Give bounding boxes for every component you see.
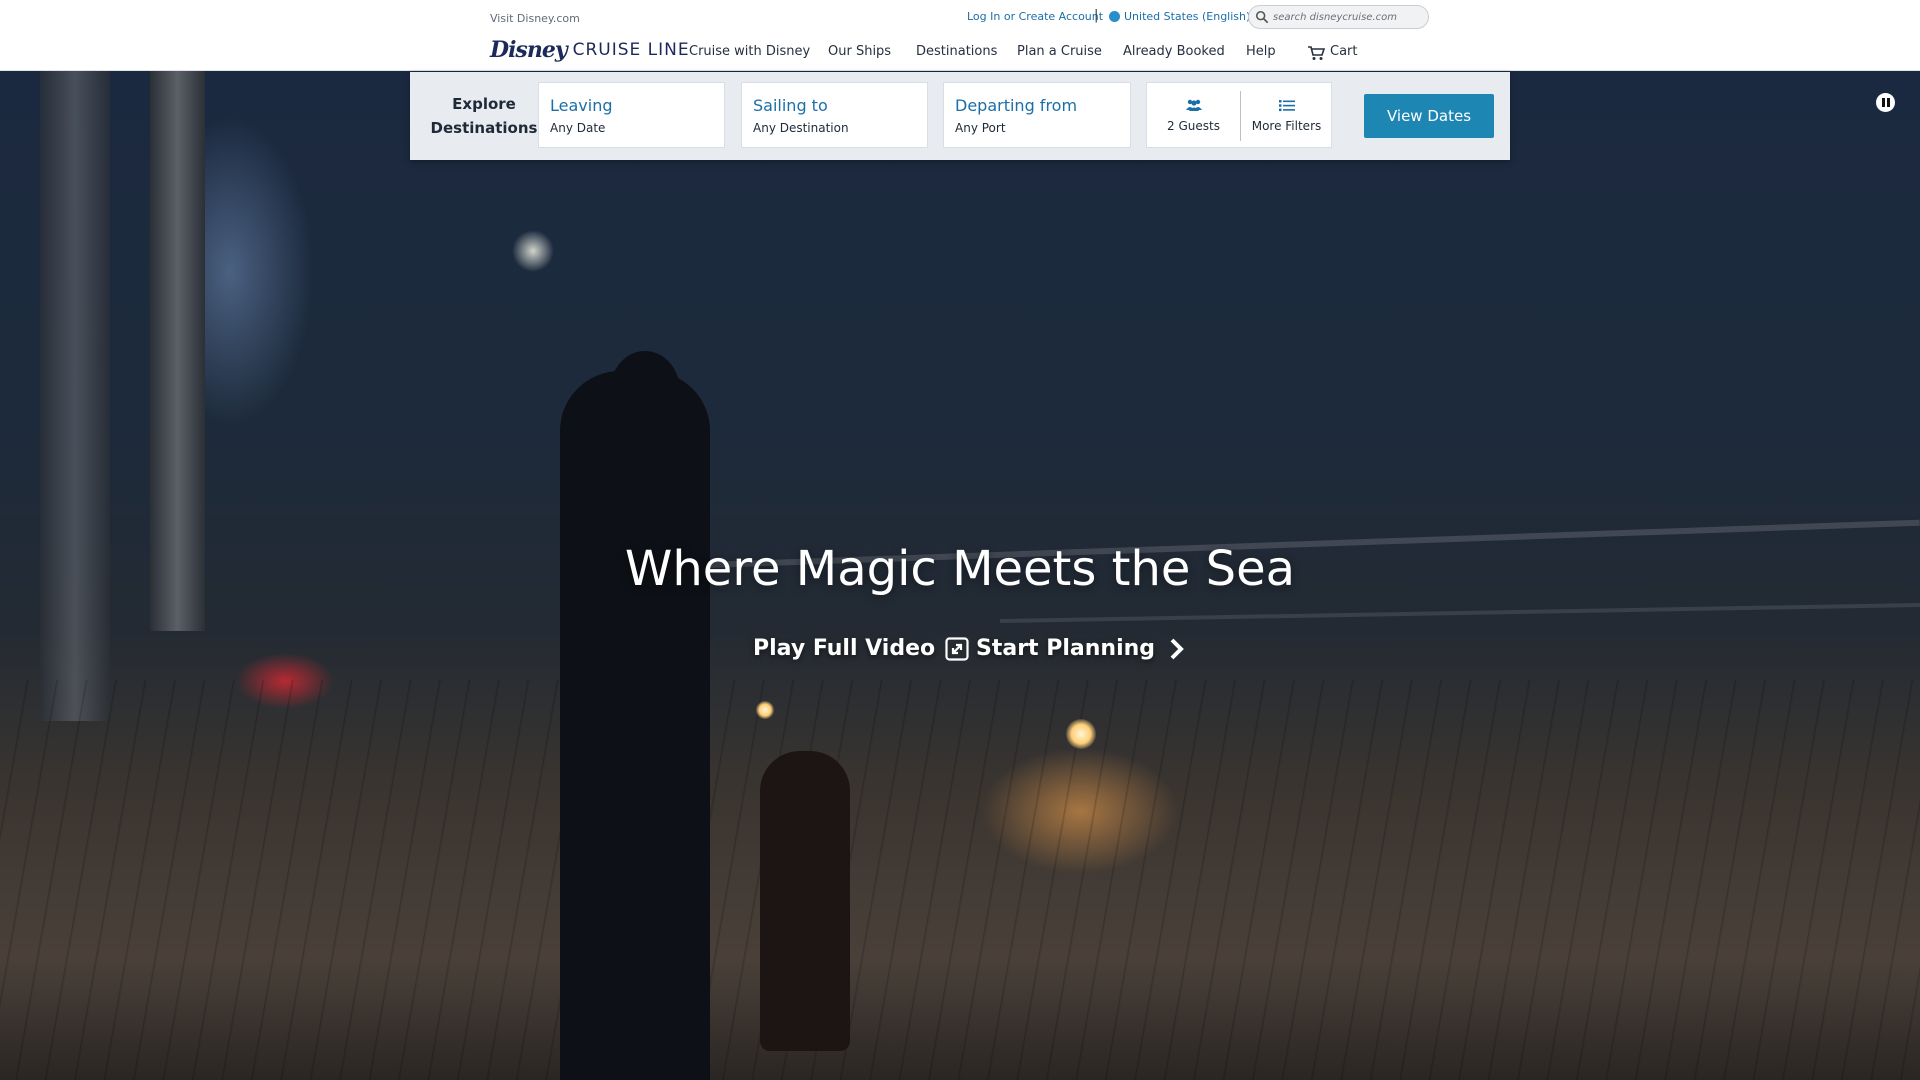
pause-icon [1881,98,1885,107]
login-link[interactable]: Log In or Create Account [967,10,1103,23]
leaving-label: Leaving [550,96,613,115]
locale-label: United States (English) [1124,10,1251,23]
hero-title: Where Magic Meets the Sea [624,541,1296,597]
list-icon [1240,99,1333,116]
expand-icon [945,636,969,661]
leaving-field[interactable]: Leaving Any Date [538,82,725,148]
view-dates-button[interactable]: View Dates [1364,94,1494,138]
sailing-to-label: Sailing to [753,96,828,115]
silhouette-adult-head [610,351,680,431]
silhouette-adult [560,371,710,1080]
more-filters-button[interactable]: More Filters [1240,83,1333,149]
leaving-value: Any Date [550,121,606,135]
globe-icon [1109,11,1120,22]
hero-video: Where Magic Meets the Sea Play Full Vide… [0,71,1920,1080]
main-nav: Cruise with Disney Our Ships Destination… [0,44,1920,62]
nav-item-cruise-with-disney[interactable]: Cruise with Disney [689,44,810,59]
site-search [1248,5,1429,29]
play-full-video-button[interactable]: Play Full Video [753,636,969,661]
guests-icon [1147,99,1240,115]
deck-lamp [756,701,774,719]
nav-item-plan-a-cruise[interactable]: Plan a Cruise [1017,44,1102,59]
nav-item-cart[interactable]: Cart [1330,44,1358,59]
nav-item-already-booked[interactable]: Already Booked [1123,44,1225,59]
search-icon[interactable] [1255,10,1269,24]
visit-disney-link[interactable]: Visit Disney.com [490,12,580,25]
deck-lamp [1066,719,1096,749]
nav-item-our-ships[interactable]: Our Ships [828,44,891,59]
deck-railing [1000,602,1920,624]
start-planning-label: Start Planning [976,636,1156,661]
guests-label: 2 Guests [1167,119,1220,133]
guests-filters-group: 2 Guests More Filters [1146,82,1332,148]
more-filters-label: More Filters [1251,119,1322,133]
start-planning-button[interactable]: Start Planning [976,636,1189,661]
chevron-right-icon [1170,638,1184,659]
cruise-finder: Explore Destinations Leaving Any Date Sa… [410,72,1510,160]
pause-video-button[interactable] [1876,93,1895,112]
sailing-to-value: Any Destination [753,121,849,135]
departing-from-field[interactable]: Departing from Any Port [943,82,1131,148]
utility-bar: Visit Disney.com Log In or Create Accoun… [0,0,1920,33]
departing-from-label: Departing from [955,96,1078,115]
hero-cta-row: Play Full Video Start Planning [0,636,1920,670]
deck-floor [0,680,1920,1080]
utility-separator: | [1094,8,1099,23]
silhouette-child [760,751,850,1051]
finder-title: Explore Destinations [430,95,538,137]
sailing-to-field[interactable]: Sailing to Any Destination [741,82,928,148]
departing-from-value: Any Port [955,121,1006,135]
nav-item-destinations[interactable]: Destinations [916,44,997,59]
locale-selector[interactable]: United States (English) [1109,10,1250,23]
search-input[interactable] [1273,11,1423,23]
play-full-video-label: Play Full Video [753,636,936,661]
nav-item-help[interactable]: Help [1246,44,1276,59]
site-header: Visit Disney.com Log In or Create Accoun… [0,0,1920,71]
ship-pillar [40,71,110,721]
guests-button[interactable]: 2 Guests [1147,83,1240,149]
cart-icon[interactable] [1307,45,1325,61]
